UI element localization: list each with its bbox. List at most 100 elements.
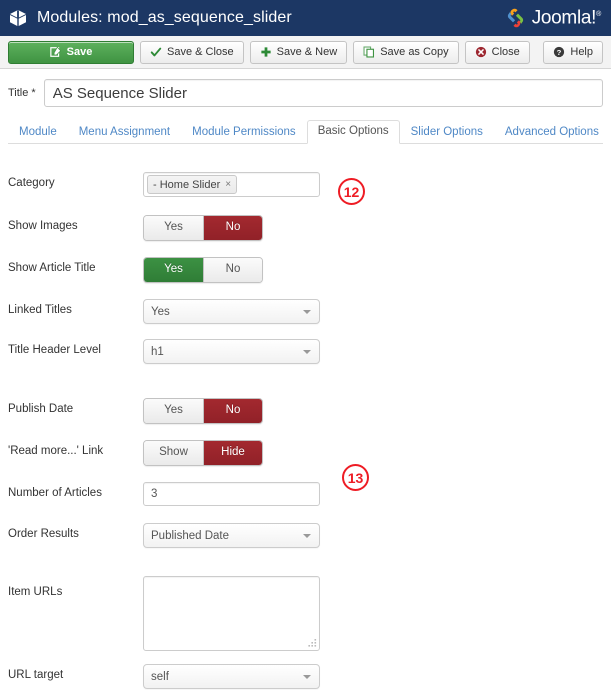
field-row-title-header-level: Title Header Level h1 <box>8 339 603 365</box>
save-button[interactable]: Save <box>8 40 134 64</box>
publish-date-control: Yes No <box>143 398 603 424</box>
save-and-close-label: Save & Close <box>167 45 234 58</box>
header-left-group: Modules: mod_as_sequence_slider <box>8 8 292 28</box>
chevron-down-icon <box>303 533 311 538</box>
joomla-logo: Joomla!® <box>504 7 601 30</box>
basic-options-form: Category - Home Slider × Show Images Yes… <box>0 144 611 690</box>
show-images-yes-button[interactable]: Yes <box>144 216 203 240</box>
publish-date-no-button[interactable]: No <box>203 399 262 423</box>
read-more-link-show-button[interactable]: Show <box>144 441 203 465</box>
order-results-select[interactable]: Published Date <box>143 523 320 548</box>
read-more-link-control: Show Hide <box>143 440 603 466</box>
category-control: - Home Slider × <box>143 172 603 197</box>
number-of-articles-control <box>143 482 603 506</box>
copy-icon <box>363 46 375 58</box>
item-urls-label: Item URLs <box>8 586 63 598</box>
show-article-title-no-button[interactable]: No <box>203 258 262 282</box>
toolbar: Save Save & Close Save & New Save as Cop… <box>0 36 611 69</box>
help-button[interactable]: ? Help <box>543 40 603 64</box>
show-article-title-yes-button[interactable]: Yes <box>144 258 203 282</box>
show-images-label: Show Images <box>8 220 78 232</box>
order-results-control: Published Date <box>143 523 603 548</box>
category-label: Category <box>8 177 55 189</box>
field-row-category: Category - Home Slider × <box>8 172 603 198</box>
title-input[interactable] <box>43 79 603 107</box>
tab-basic-options[interactable]: Basic Options <box>306 119 400 144</box>
field-row-url-target: URL target self <box>8 664 603 690</box>
plus-icon <box>260 46 272 58</box>
category-selected-tag: - Home Slider × <box>147 175 238 194</box>
tab-slider-options[interactable]: Slider Options <box>400 121 494 145</box>
joomla-wordmark: Joomla!® <box>531 7 602 28</box>
publish-date-yes-button[interactable]: Yes <box>144 399 203 423</box>
page-title: Modules: mod_as_sequence_slider <box>37 9 292 26</box>
category-tag-label: - Home Slider <box>153 178 221 191</box>
url-target-value: self <box>151 670 169 683</box>
linked-titles-label: Linked Titles <box>8 304 72 316</box>
field-row-read-more-link: 'Read more...' Link Show Hide <box>8 440 603 466</box>
tab-advanced-options[interactable]: Advanced Options <box>494 121 610 145</box>
close-button[interactable]: Close <box>464 40 530 64</box>
annotation-badge-12: 12 <box>338 178 365 205</box>
category-chosen-input[interactable]: - Home Slider × <box>143 172 320 197</box>
options-tab-bar: Module Menu Assignment Module Permission… <box>8 119 603 144</box>
show-images-control: Yes No <box>143 215 603 241</box>
field-row-show-images: Show Images Yes No <box>8 215 603 241</box>
show-article-title-control: Yes No <box>143 257 603 283</box>
publish-date-toggle: Yes No <box>143 398 263 424</box>
save-button-label: Save <box>66 45 93 58</box>
number-of-articles-input[interactable] <box>143 482 320 506</box>
order-results-value: Published Date <box>151 529 229 542</box>
item-urls-control <box>143 576 603 651</box>
title-header-level-select[interactable]: h1 <box>143 339 320 364</box>
field-row-number-of-articles: Number of Articles <box>8 482 603 508</box>
save-and-new-label: Save & New <box>276 45 338 58</box>
save-as-copy-button[interactable]: Save as Copy <box>353 40 459 64</box>
order-results-label: Order Results <box>8 528 79 540</box>
url-target-select[interactable]: self <box>143 664 320 689</box>
publish-date-label: Publish Date <box>8 403 74 415</box>
chevron-down-icon <box>303 349 311 354</box>
linked-titles-select[interactable]: Yes <box>143 299 320 324</box>
title-header-level-value: h1 <box>151 345 164 358</box>
item-urls-textarea[interactable] <box>143 576 320 651</box>
tab-module[interactable]: Module <box>8 121 68 145</box>
url-target-label: URL target <box>8 669 64 681</box>
category-tag-remove-icon[interactable]: × <box>225 179 231 190</box>
check-icon <box>150 46 162 58</box>
tab-module-permissions[interactable]: Module Permissions <box>181 121 307 145</box>
linked-titles-value: Yes <box>151 305 170 318</box>
chevron-down-icon <box>303 674 311 679</box>
close-circle-icon <box>475 46 487 58</box>
show-images-no-button[interactable]: No <box>203 216 262 240</box>
field-row-show-article-title: Show Article Title Yes No <box>8 257 603 283</box>
title-header-level-label: Title Header Level <box>8 344 101 356</box>
title-field-label: Title * <box>8 87 36 99</box>
url-target-control: self <box>143 664 603 689</box>
help-button-label: Help <box>570 45 593 58</box>
show-images-toggle: Yes No <box>143 215 263 241</box>
number-of-articles-label: Number of Articles <box>8 487 102 499</box>
read-more-link-hide-button[interactable]: Hide <box>203 441 262 465</box>
tab-menu-assignment[interactable]: Menu Assignment <box>68 121 181 145</box>
show-article-title-label: Show Article Title <box>8 262 96 274</box>
linked-titles-control: Yes <box>143 299 603 324</box>
cube-icon <box>8 8 28 28</box>
field-row-publish-date: Publish Date Yes No <box>8 398 603 424</box>
question-circle-icon: ? <box>553 46 565 58</box>
close-button-label: Close <box>491 45 520 58</box>
svg-text:?: ? <box>557 48 562 57</box>
annotation-badge-13: 13 <box>342 464 369 491</box>
trademark-mark: ® <box>596 10 601 18</box>
app-header: Modules: mod_as_sequence_slider Joomla!® <box>0 0 611 36</box>
field-row-order-results: Order Results Published Date <box>8 523 603 549</box>
read-more-link-toggle: Show Hide <box>143 440 263 466</box>
joomla-mark-icon <box>504 7 527 30</box>
resize-handle-icon[interactable] <box>308 639 317 648</box>
chevron-down-icon <box>303 309 311 314</box>
read-more-link-label: 'Read more...' Link <box>8 445 104 457</box>
save-and-close-button[interactable]: Save & Close <box>140 40 244 64</box>
field-row-linked-titles: Linked Titles Yes <box>8 299 603 325</box>
save-and-new-button[interactable]: Save & New <box>249 40 348 64</box>
title-field-row: Title * <box>0 69 611 107</box>
